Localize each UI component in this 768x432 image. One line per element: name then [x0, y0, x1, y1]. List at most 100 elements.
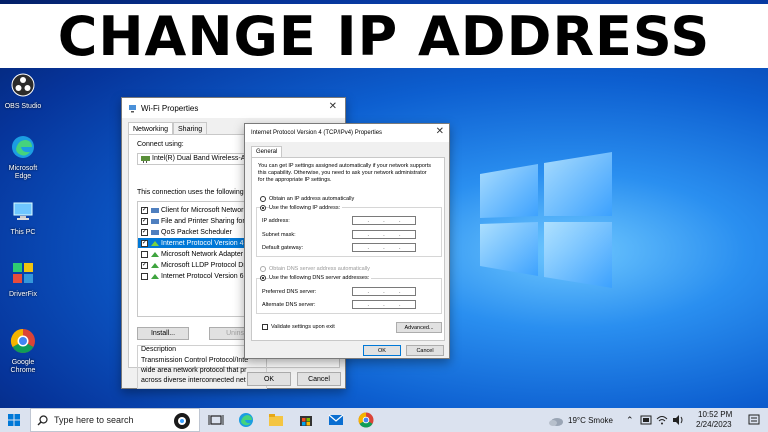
preferred-dns-label: Preferred DNS server: [262, 289, 317, 295]
wifi-icon[interactable] [656, 414, 668, 426]
connect-using-label: Connect using: [137, 141, 184, 148]
intro-line: for the appropriate IP settings. [258, 177, 332, 183]
mail-icon[interactable] [328, 412, 344, 428]
checkbox[interactable] [141, 250, 148, 258]
description-line: Transmission Control Protocol/Inte [141, 357, 249, 364]
install-button[interactable]: Install... [137, 327, 189, 340]
list-item-label: File and Printer Sharing for M [161, 217, 253, 225]
weather-text[interactable]: 19°C Smoke [568, 416, 613, 425]
list-item-label: Internet Protocol Version 6 ( [161, 272, 248, 280]
search-box[interactable]: Type here to search [30, 408, 200, 432]
checkbox[interactable] [141, 272, 148, 280]
desktop-icon-edge[interactable]: Microsoft Edge [2, 134, 44, 181]
intro-line: this capability. Otherwise, you need to … [258, 170, 427, 176]
wifi-cancel-button[interactable]: Cancel [297, 372, 341, 386]
ipv4-dialog-title: Internet Protocol Version 4 (TCP/IPv4) P… [251, 130, 383, 136]
edge-taskbar-icon[interactable] [238, 412, 254, 428]
list-item-label: Client for Microsoft Networks [161, 206, 251, 214]
taskbar: Type here to search 19°C Smoke ⌃ 10:52 P… [0, 408, 768, 432]
use-following-dns-radio[interactable] [260, 275, 266, 281]
validate-label: Validate settings upon exit [271, 324, 335, 330]
alternate-dns-input[interactable]: ... [352, 300, 416, 309]
checkbox[interactable]: ✓ [141, 228, 148, 236]
advanced-button[interactable]: Advanced... [396, 322, 442, 333]
store-icon[interactable] [298, 412, 314, 428]
intro-text: You can get IP settings assigned automat… [258, 163, 431, 184]
subnet-mask-label: Subnet mask: [262, 232, 296, 238]
ipv4-properties-dialog: Internet Protocol Version 4 (TCP/IPv4) P… [244, 123, 450, 359]
list-item-label: Microsoft LLDP Protocol Dri [161, 261, 248, 269]
ip-address-input[interactable]: ... [352, 216, 416, 225]
default-gateway-input[interactable]: ... [352, 243, 416, 252]
computer-icon [13, 202, 33, 220]
title-banner: CHANGE IP ADDRESS [0, 4, 768, 68]
desktop-icon-label: OBS Studio [4, 103, 42, 110]
list-item-label: QoS Packet Scheduler [161, 228, 232, 236]
clock-time[interactable]: 10:52 PM [698, 410, 732, 419]
protocol-icon [151, 273, 159, 279]
general-panel: You can get IP settings assigned automat… [251, 157, 445, 341]
task-view-icon[interactable] [208, 412, 224, 428]
tab-general[interactable]: General [251, 146, 283, 157]
preferred-dns-input[interactable]: ... [352, 287, 416, 296]
desktop-icon-chrome[interactable]: Google Chrome [2, 328, 44, 375]
driverfix-icon [13, 263, 33, 283]
widget-icon[interactable] [173, 412, 191, 430]
ip-address-label: IP address: [262, 218, 290, 224]
description-line: across diverse interconnected net [141, 377, 246, 384]
obtain-dns-auto-label: Obtain DNS server address automatically [269, 266, 370, 272]
ipv4-dialog-titlebar[interactable]: Internet Protocol Version 4 (TCP/IPv4) P… [245, 124, 449, 142]
clock-date[interactable]: 2/24/2023 [696, 420, 732, 429]
desktop-icon-label: Microsoft Edge [8, 165, 38, 180]
items-label: This connection uses the following ite [137, 189, 253, 196]
search-placeholder: Type here to search [54, 415, 134, 425]
wifi-dialog-titlebar[interactable]: Wi-Fi Properties ✕ [122, 98, 345, 118]
wifi-ok-button[interactable]: OK [247, 372, 291, 386]
list-item-label: Microsoft Network Adapter M [161, 250, 251, 258]
intro-line: You can get IP settings assigned automat… [258, 163, 432, 169]
windows-logo-icon [480, 152, 612, 288]
close-icon[interactable]: ✕ [436, 126, 444, 137]
file-explorer-icon[interactable] [268, 412, 284, 428]
weather-icon[interactable] [548, 413, 564, 427]
use-following-ip-radio[interactable] [260, 205, 266, 211]
validate-checkbox[interactable] [262, 324, 268, 330]
notification-icon[interactable] [748, 414, 760, 426]
component-icon [151, 229, 159, 235]
adapter-name: Intel(R) Dual Band Wireless-AC [152, 155, 251, 162]
desktop-icon-label: Google Chrome [10, 359, 36, 374]
obtain-dns-auto-radio[interactable] [260, 266, 266, 272]
chevron-up-icon[interactable]: ⌃ [626, 415, 634, 426]
chrome-taskbar-icon[interactable] [358, 412, 374, 428]
use-following-dns-label: Use the following DNS server addresses: [269, 275, 372, 281]
protocol-icon [151, 240, 159, 246]
checkbox[interactable]: ✓ [141, 239, 148, 247]
speaker-icon[interactable] [672, 414, 684, 426]
desktop-icon-label: DriverFix [9, 291, 37, 298]
obtain-ip-auto-label: Obtain an IP address automatically [269, 196, 355, 202]
close-icon[interactable]: ✕ [329, 101, 337, 112]
network-icon [129, 104, 136, 112]
search-icon [37, 414, 48, 425]
onedrive-icon[interactable] [640, 414, 652, 426]
desktop-icon-driverfix[interactable]: DriverFix [2, 260, 44, 299]
obs-icon [11, 73, 35, 97]
checkbox[interactable]: ✓ [141, 261, 148, 269]
subnet-mask-input[interactable]: ... [352, 230, 416, 239]
default-gateway-label: Default gateway: [262, 245, 303, 251]
protocol-icon [151, 251, 159, 257]
desktop-icon-this-pc[interactable]: This PC [2, 198, 44, 237]
use-following-ip-label: Use the following IP address: [269, 205, 343, 211]
chrome-icon [10, 329, 35, 354]
desktop-icon-label: This PC [10, 229, 36, 236]
component-icon [151, 207, 159, 213]
checkbox[interactable]: ✓ [141, 217, 148, 225]
ipv4-ok-button[interactable]: OK [363, 345, 401, 356]
obtain-ip-auto-radio[interactable] [260, 196, 266, 202]
checkbox[interactable]: ✓ [141, 206, 148, 214]
desktop-icon-obs[interactable]: OBS Studio [2, 72, 44, 111]
start-icon[interactable] [8, 414, 20, 426]
protocol-icon [151, 262, 159, 268]
adapter-icon [141, 156, 150, 163]
ipv4-cancel-button[interactable]: Cancel [406, 345, 444, 356]
